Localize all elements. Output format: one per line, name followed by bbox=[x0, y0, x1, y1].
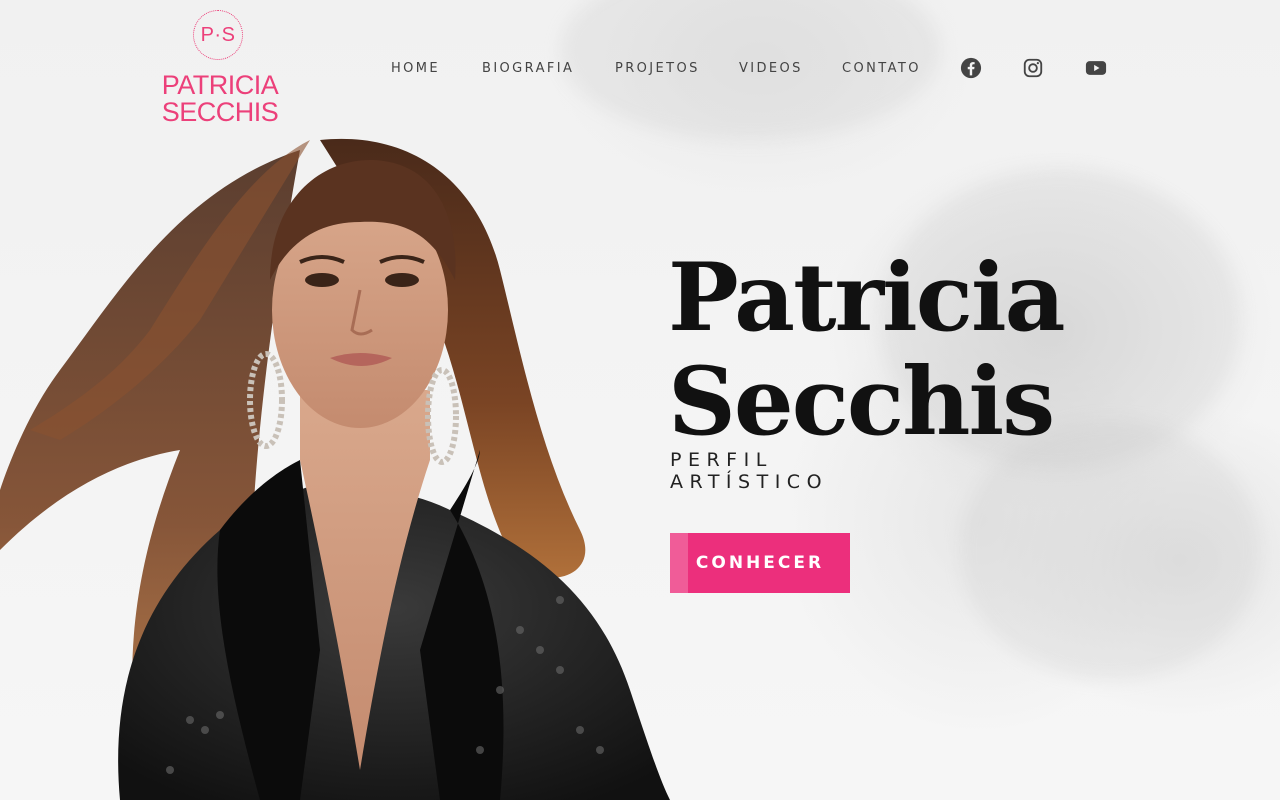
hero-subtitle: PERFIL ARTÍSTICO bbox=[670, 449, 828, 493]
logo-monogram: P·S bbox=[193, 10, 243, 60]
facebook-icon[interactable] bbox=[960, 57, 982, 79]
hero-subtitle-line2: ARTÍSTICO bbox=[670, 471, 829, 493]
ink-stain bbox=[960, 420, 1260, 680]
nav-biografia[interactable]: BIOGRAFIA bbox=[482, 60, 574, 78]
hero-subtitle-line1: PERFIL bbox=[670, 449, 773, 471]
conhecer-button[interactable]: CONHECER bbox=[670, 533, 850, 593]
instagram-icon[interactable] bbox=[1022, 57, 1044, 79]
youtube-icon[interactable] bbox=[1084, 57, 1108, 79]
logo-name-first: PATRICIA bbox=[161, 70, 279, 100]
nav-contato[interactable]: CONTATO bbox=[842, 60, 921, 78]
site-logo[interactable]: P·S PATRICIA SECCHIS bbox=[158, 8, 282, 128]
hero-title-line2: Secchis bbox=[668, 347, 1055, 457]
hero-title-line1: Patricia bbox=[668, 243, 1066, 353]
logo-name-last: SECCHIS bbox=[161, 97, 279, 127]
hero-title: Patricia Secchis bbox=[668, 243, 1066, 457]
conhecer-button-label: CONHECER bbox=[695, 553, 825, 573]
nav-videos[interactable]: VIDEOS bbox=[739, 60, 803, 78]
artist-portrait-photo bbox=[0, 130, 720, 800]
nav-home[interactable]: HOME bbox=[391, 60, 440, 78]
nav-projetos[interactable]: PROJETOS bbox=[615, 60, 700, 78]
